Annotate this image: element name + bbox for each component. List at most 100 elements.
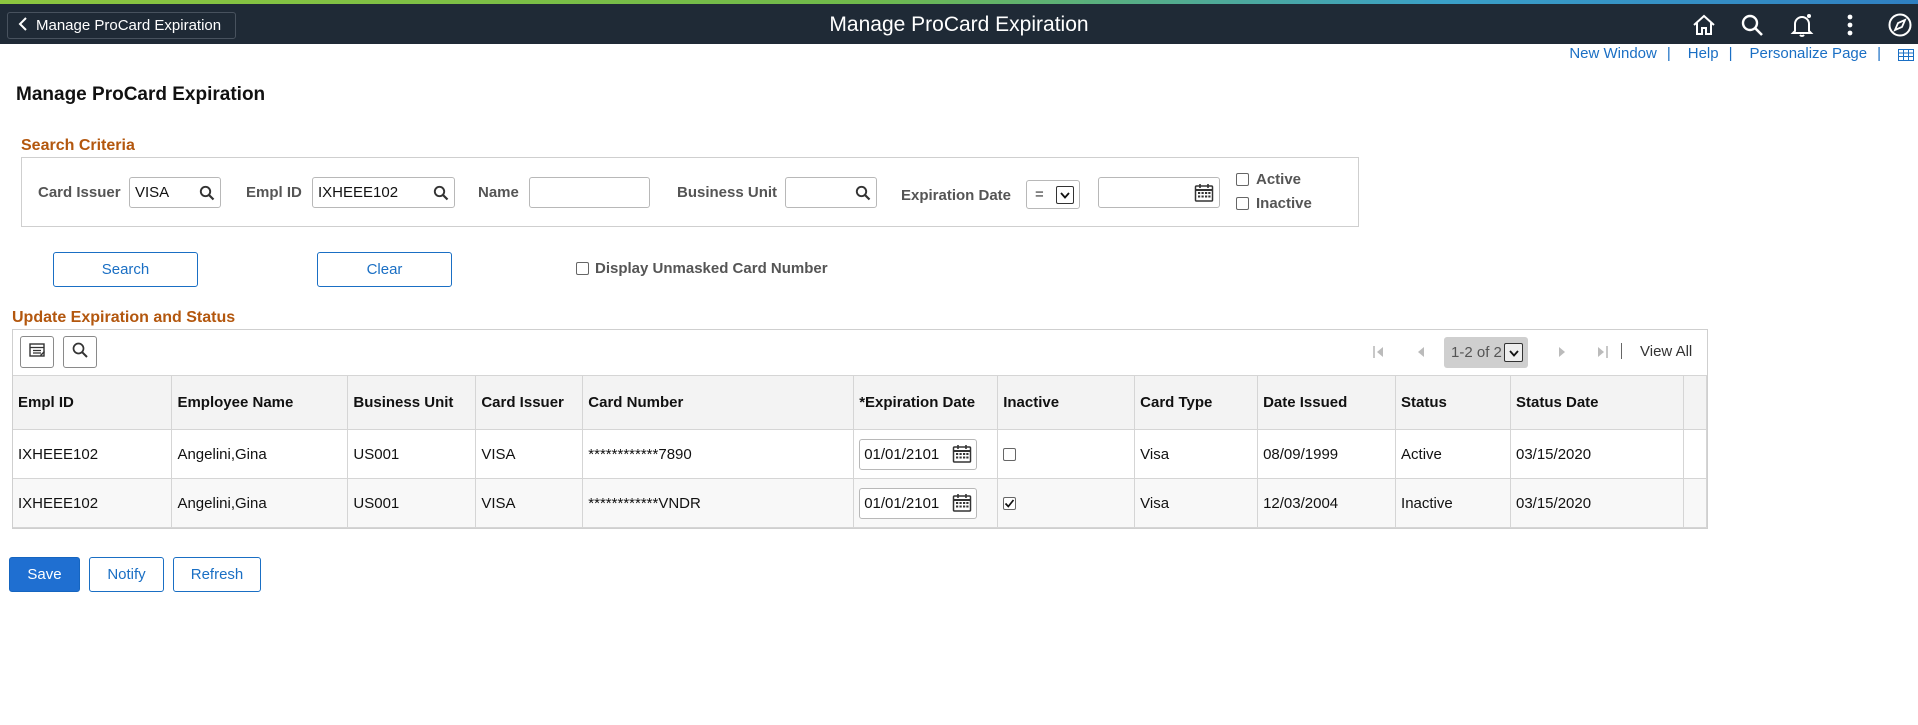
search-button[interactable]: Search [53,252,198,287]
business-unit-cell: US001 [347,429,477,479]
card-issuer-cell: VISA [475,478,584,528]
expiration-operator-value: = [1035,186,1044,203]
status-date-cell: 03/15/2020 [1510,429,1684,479]
lookup-icon[interactable] [194,178,220,207]
expiration-date-input[interactable]: 01/01/2101 [859,438,978,470]
name-input[interactable] [529,177,650,208]
business-unit-input[interactable] [785,177,877,208]
inactive-cell [997,429,1136,479]
empl-id-label: Empl ID [246,184,302,201]
expiration-table: Empl ID Employee Name Business Unit Card… [13,375,1708,528]
card-number-cell: ************VNDR [582,478,855,528]
expiration-grid: 1-2 of 2 View All Empl ID Employee Name … [12,329,1708,529]
status-cell: Inactive [1395,478,1511,528]
employee-name-cell: Angelini,Gina [171,478,349,528]
page-range-select[interactable]: 1-2 of 2 [1444,337,1528,368]
active-checkbox[interactable] [1236,173,1249,186]
employee-name-cell: Angelini,Gina [171,429,349,479]
expiration-date-input[interactable] [1098,177,1220,208]
save-button[interactable]: Save [9,557,80,592]
expiration-date-cell: 01/01/2101 [853,429,999,479]
home-icon[interactable] [1691,12,1717,38]
column-header[interactable]: Status Date [1510,375,1684,430]
utility-links: New Window | Help | Personalize Page | [1569,45,1914,62]
help-link[interactable]: Help [1688,45,1719,62]
link-separator: | [1877,45,1881,62]
expiration-date-value: 01/01/2101 [864,445,940,463]
update-expiration-label: Update Expiration and Status [12,309,236,326]
table-row: IXHEEE102 Angelini,Gina US001 VISA *****… [13,429,1708,479]
back-button[interactable]: Manage ProCard Expiration [7,12,237,39]
calendar-icon[interactable] [948,493,976,513]
search-criteria-label: Search Criteria [21,137,135,154]
bell-icon[interactable] [1789,12,1815,38]
expiration-date-value: 01/01/2101 [864,494,940,512]
notify-button[interactable]: Notify [89,557,164,592]
inactive-cell [997,478,1136,528]
personalize-page-link[interactable]: Personalize Page [1750,45,1868,62]
checkmark-icon [1005,498,1015,508]
column-header[interactable]: Date Issued [1257,375,1397,430]
column-header[interactable]: Status [1395,375,1511,430]
card-issuer-value: VISA [135,184,170,201]
business-unit-cell: US001 [347,478,477,528]
clear-button[interactable]: Clear [317,252,452,287]
display-unmasked-checkbox[interactable] [576,262,589,275]
new-window-link[interactable]: New Window [1569,45,1657,62]
empl-id-input[interactable]: IXHEEE102 [312,177,455,208]
empl-id-cell: IXHEEE102 [13,478,173,528]
card-number-cell: ************7890 [582,429,855,479]
page-title: Manage ProCard Expiration [16,84,266,105]
calendar-icon[interactable] [1189,178,1219,207]
first-page-icon[interactable] [1370,343,1388,361]
column-header[interactable]: Card Issuer [475,375,584,430]
row-spacer-cell [1683,429,1708,479]
inactive-checkbox[interactable] [1003,496,1017,510]
card-issuer-input[interactable]: VISA [129,177,221,208]
more-actions-icon[interactable] [1837,12,1863,38]
header-title: Manage ProCard Expiration [829,13,1089,36]
find-in-grid-button[interactable] [63,336,97,368]
expiration-date-input[interactable]: 01/01/2101 [859,487,978,519]
refresh-button[interactable]: Refresh [173,557,261,592]
view-all-link[interactable]: View All [1640,343,1692,360]
card-issuer-cell: VISA [475,429,584,479]
personalize-grid-button[interactable] [20,336,54,368]
status-date-cell: 03/15/2020 [1510,478,1684,528]
table-header-row: Empl ID Employee Name Business Unit Card… [13,375,1708,430]
column-header[interactable]: Inactive [997,375,1136,430]
link-separator: | [1666,45,1671,62]
page-range-value: 1-2 of 2 [1451,344,1502,361]
card-type-cell: Visa [1134,478,1259,528]
column-header[interactable]: Business Unit [347,375,477,430]
card-type-cell: Visa [1134,429,1259,479]
inactive-checkbox[interactable] [1003,447,1017,461]
date-issued-cell: 12/03/2004 [1257,478,1397,528]
column-header[interactable]: Empl ID [13,375,173,430]
chevron-left-icon [18,16,28,35]
column-header[interactable]: *Expiration Date [853,375,999,430]
column-header-spacer [1683,375,1708,430]
next-page-icon[interactable] [1553,343,1571,361]
personalize-grid-icon[interactable] [1898,48,1914,61]
name-label: Name [478,184,519,201]
display-unmasked-label: Display Unmasked Card Number [595,260,828,277]
last-page-icon[interactable] [1593,343,1611,361]
lookup-icon[interactable] [850,178,876,207]
header-banner: Manage ProCard Expiration Manage ProCard… [0,4,1918,44]
column-header[interactable]: Employee Name [171,375,349,430]
back-button-label: Manage ProCard Expiration [36,17,222,34]
search-icon [71,341,89,363]
expiration-date-cell: 01/01/2101 [853,478,999,528]
inactive-checkbox[interactable] [1236,197,1249,210]
navbar-compass-icon[interactable] [1887,12,1913,38]
column-header[interactable]: Card Number [582,375,855,430]
lookup-icon[interactable] [428,178,454,207]
inactive-label: Inactive [1256,195,1312,212]
empl-id-value: IXHEEE102 [318,184,399,201]
previous-page-icon[interactable] [1412,343,1430,361]
calendar-icon[interactable] [948,444,976,464]
expiration-operator-select[interactable]: = [1026,180,1080,209]
search-icon[interactable] [1739,12,1765,38]
column-header[interactable]: Card Type [1134,375,1259,430]
